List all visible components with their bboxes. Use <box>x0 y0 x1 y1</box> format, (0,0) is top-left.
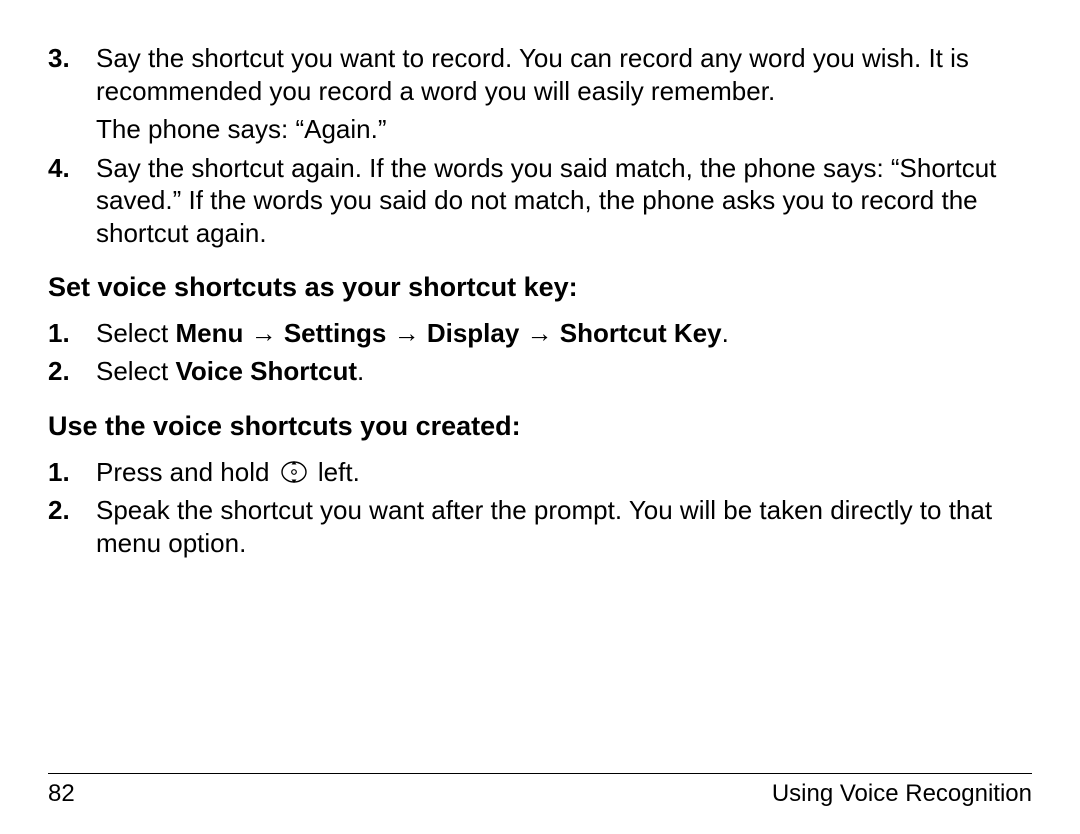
page-footer: 82 Using Voice Recognition <box>48 773 1032 808</box>
content-area: 3. Say the shortcut you want to record. … <box>48 42 1032 559</box>
footer-row: 82 Using Voice Recognition <box>48 780 1032 808</box>
step-body: Select Voice Shortcut. <box>96 355 1032 388</box>
step-number: 1. <box>48 317 96 350</box>
step-suffix: left. <box>311 457 360 487</box>
heading-set-shortcut-key: Set voice shortcuts as your shortcut key… <box>48 271 1032 305</box>
step-3: 3. Say the shortcut you want to record. … <box>48 42 1032 146</box>
step-4: 4. Say the shortcut again. If the words … <box>48 152 1032 250</box>
step-number: 4. <box>48 152 96 250</box>
section-title: Using Voice Recognition <box>772 780 1032 808</box>
step-suffix: . <box>722 318 729 348</box>
step-suffix: . <box>357 356 364 386</box>
step-text: Say the shortcut you want to record. You… <box>96 42 1032 107</box>
step-prefix: Select <box>96 318 176 348</box>
step-number: 2. <box>48 355 96 388</box>
step-prefix: Select <box>96 356 176 386</box>
page: 3. Say the shortcut you want to record. … <box>0 0 1080 834</box>
step-body: Press and hold left. <box>96 456 1032 489</box>
step-body: Say the shortcut again. If the words you… <box>96 152 1032 250</box>
step-subtext: The phone says: “Again.” <box>96 113 1032 146</box>
step-number: 2. <box>48 494 96 559</box>
page-number: 82 <box>48 780 75 808</box>
set-step-2: 2. Select Voice Shortcut. <box>48 355 1032 388</box>
step-number: 3. <box>48 42 96 146</box>
step-text: Speak the shortcut you want after the pr… <box>96 495 992 558</box>
step-text: Say the shortcut again. If the words you… <box>96 152 1032 250</box>
step-body: Select Menu → Settings → Display → Short… <box>96 317 1032 350</box>
menu-option: Voice Shortcut <box>176 356 358 386</box>
step-prefix: Press and hold <box>96 457 277 487</box>
step-number: 1. <box>48 456 96 489</box>
heading-use-shortcuts: Use the voice shortcuts you created: <box>48 410 1032 444</box>
footer-rule <box>48 773 1032 774</box>
use-step-1: 1. Press and hold left. <box>48 456 1032 489</box>
step-body: Say the shortcut you want to record. You… <box>96 42 1032 146</box>
set-step-1: 1. Select Menu → Settings → Display → Sh… <box>48 317 1032 350</box>
menu-path: Menu → Settings → Display → Shortcut Key <box>176 318 722 348</box>
use-step-2: 2. Speak the shortcut you want after the… <box>48 494 1032 559</box>
step-body: Speak the shortcut you want after the pr… <box>96 494 1032 559</box>
nav-key-icon <box>281 459 307 485</box>
